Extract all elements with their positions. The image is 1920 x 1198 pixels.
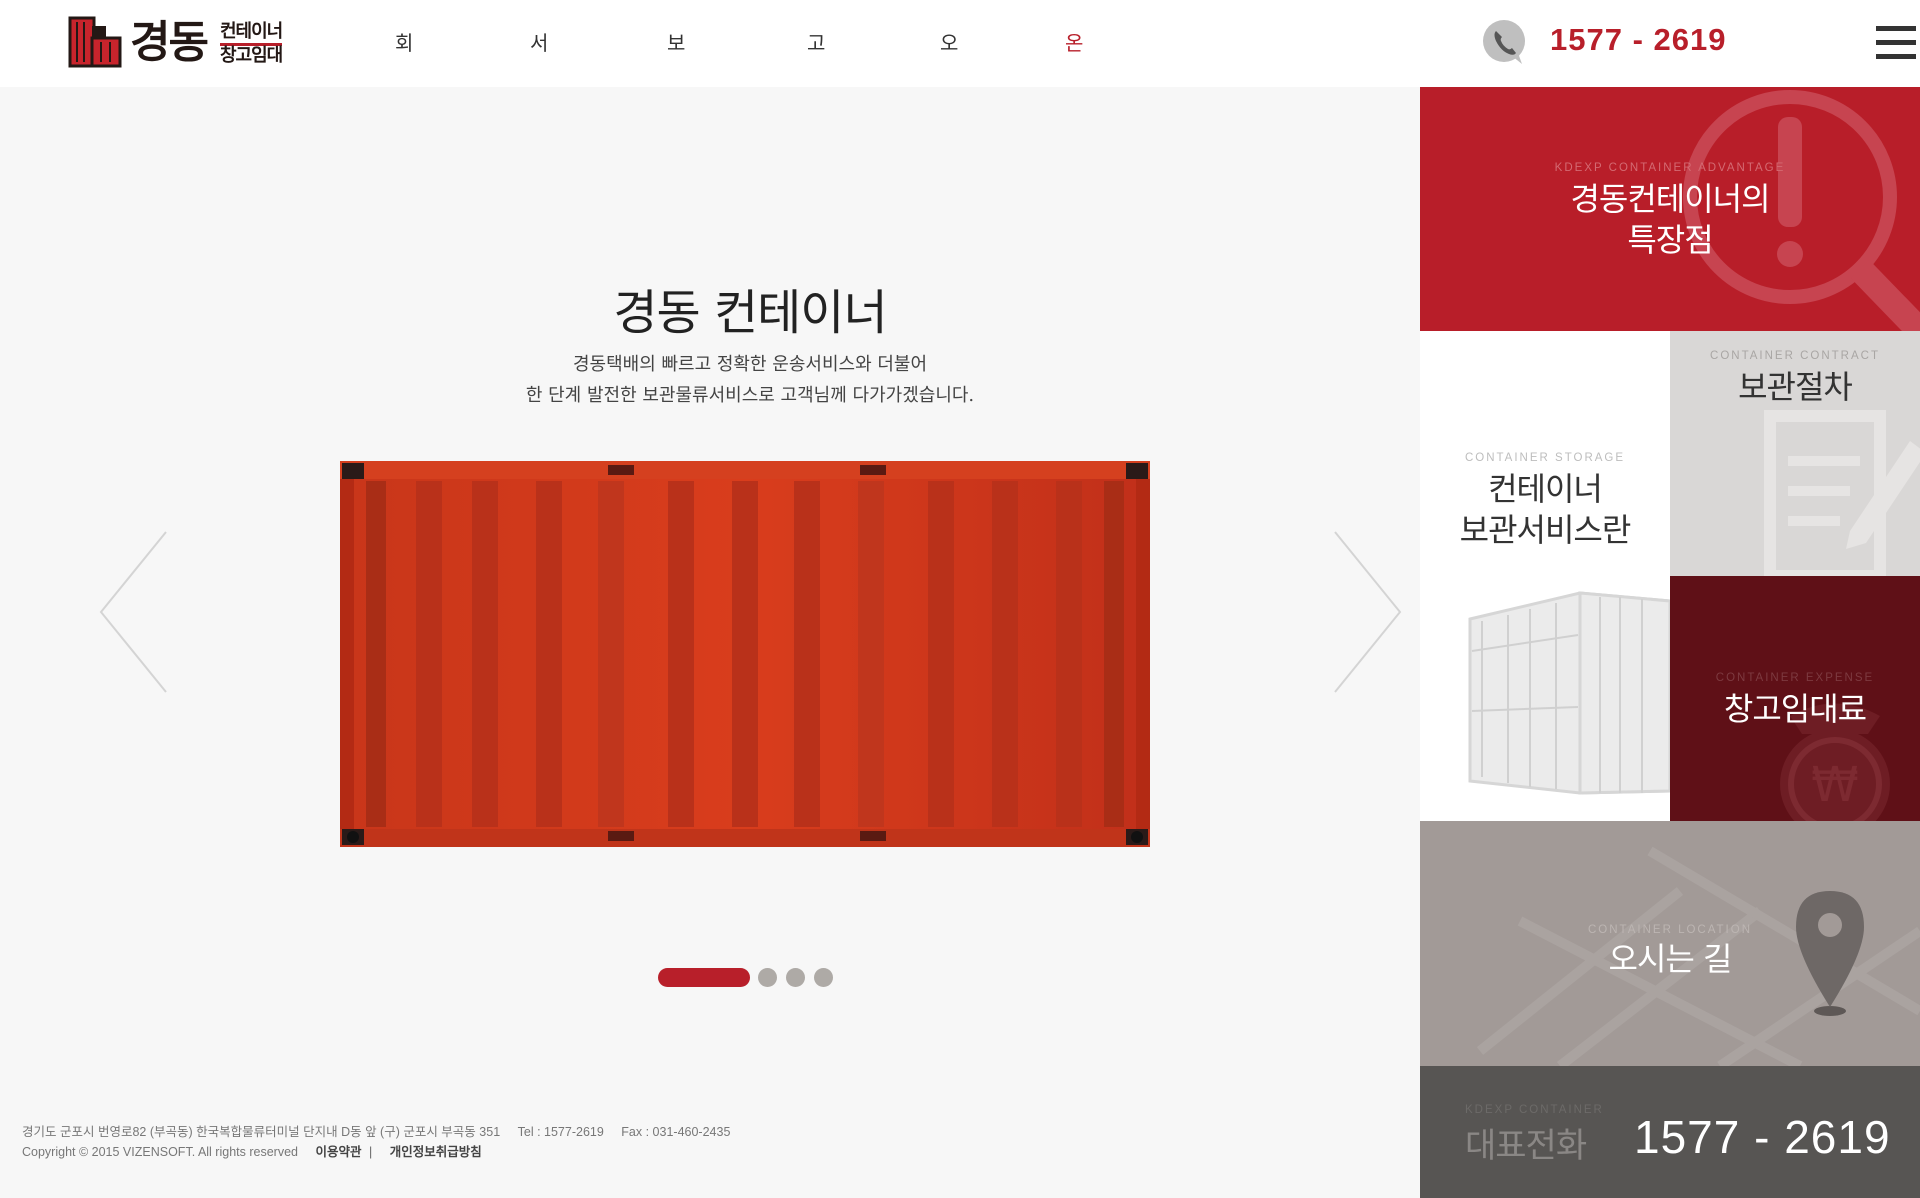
tile-storage[interactable]: CONTAINER STORAGE 컨테이너 보관서비스란 [1420,331,1670,821]
footer-copyright-row: Copyright © 2015 VIZENSOFT. All rights r… [22,1142,744,1162]
logo-wordmark: 경동 [130,17,209,68]
logo-subtitle: 컨테이너 창고임대 [220,22,283,66]
tile-contract-title: 보관절차 [1670,367,1920,408]
site-footer: 경기도 군포시 번영로82 (부곡동) 한국복합물류터미널 단지내 D동 앞 (… [22,1122,744,1162]
tile-call-number[interactable]: 1577 - 2619 [1634,1110,1891,1164]
hamburger-menu-icon[interactable] [1876,26,1916,62]
tile-call-title: 대표전화 [1465,1126,1587,1166]
footer-contact-row: 경기도 군포시 번영로82 (부곡동) 한국복합물류터미널 단지내 D동 앞 (… [22,1122,744,1142]
slide-description: 경동택배의 빠르고 정확한 운송서비스와 더불어 한 단계 발전한 보관물류서비… [0,349,1500,411]
container-stack-logo-icon [68,16,122,68]
slide-description-line1: 경동택배의 빠르고 정확한 운송서비스와 더불어 [572,354,928,375]
tile-advantage-title-line1: 경동컨테이너의 [1570,180,1770,218]
tile-storage-title-line2: 보관서비스란 [1459,511,1632,549]
nav-item-directions[interactable]: 오시는길 [940,0,958,313]
svg-text:₩: ₩ [1811,757,1858,813]
nav-item-online-consult[interactable]: 온라인상담 [1065,0,1083,399]
tile-expense-en: CONTAINER EXPENSE [1715,672,1875,684]
slide-dot-3[interactable] [786,967,805,987]
tile-advantage-title-line2: 특장점 [1627,221,1713,259]
footer-terms-link[interactable]: 이용약관 [315,1145,361,1159]
site-logo[interactable]: 경동 컨테이너 창고임대 [68,16,298,70]
footer-tel: Tel : 1577-2619 [517,1125,604,1139]
tile-location[interactable]: CONTAINER LOCATION 오시는 길 [1420,821,1920,1066]
hero-slider: 경동 컨테이너 경동택배의 빠르고 정확한 운송서비스와 더불어 한 단계 발전… [0,87,1420,1198]
tile-location-title-line1: 오시는 길 [1608,940,1733,978]
tile-expense[interactable]: ₩ CONTAINER EXPENSE 창고임대료 [1670,576,1920,821]
nav-item-pricing[interactable]: 보관료안내 [667,0,685,399]
tile-advantage-en: KDEXP CONTAINER ADVANTAGE [1554,162,1786,174]
footer-copyright: Copyright © 2015 VIZENSOFT. All rights r… [22,1145,298,1159]
footer-separator: | [368,1145,373,1159]
tile-advantage[interactable]: KDEXP CONTAINER ADVANTAGE 경동컨테이너의 특장점 [1420,87,1920,331]
header-phone-number[interactable]: 1577 - 2619 [1550,22,1726,58]
slide-title: 경동 컨테이너 [613,285,887,341]
slide-description-line2: 한 단계 발전한 보관물류서비스로 고객님께 다가가겠습니다. [525,385,975,406]
tile-call-en: KDEXP CONTAINER [1465,1104,1604,1116]
site-header: 경동 컨테이너 창고임대 회사소개 서비스소개 보관료안내 고객센터 오시는길 … [0,0,1920,399]
tile-location-en: CONTAINER LOCATION [1588,924,1752,936]
tile-advantage-title: 경동컨테이너의 특장점 [1420,179,1920,261]
shipping-container-image [340,461,1150,847]
nav-item-company[interactable]: 회사소개 [395,0,413,313]
logo-subtitle-line2: 창고임대 [220,45,283,66]
tile-contract[interactable]: CONTAINER CONTRACT 보관절차 [1670,331,1920,576]
phone-icon [1483,20,1525,64]
tile-storage-en: CONTAINER STORAGE [1464,452,1626,464]
tile-location-title: 오시는 길 [1420,939,1920,980]
container-corrugations [366,481,1124,827]
container-outline-icon [1468,591,1670,795]
slide-dot-1[interactable] [658,967,750,987]
slide-dot-2[interactable] [758,967,777,987]
footer-address: 경기도 군포시 번영로82 (부곡동) 한국복합물류터미널 단지내 D동 앞 (… [22,1125,501,1139]
tile-expense-title-line1: 창고임대료 [1723,690,1867,728]
slide-dot-4[interactable] [814,967,833,987]
footer-fax: Fax : 031-460-2435 [621,1125,731,1139]
tile-contract-en: CONTAINER CONTRACT [1710,350,1880,362]
next-slide-arrow-icon[interactable] [1325,527,1405,697]
footer-privacy-link[interactable]: 개인정보취급방침 [390,1145,482,1159]
slide-pagination [658,967,842,987]
prev-slide-arrow-icon[interactable] [96,527,176,697]
tile-call[interactable]: KDEXP CONTAINER 대표전화 1577 - 2619 [1420,1066,1920,1198]
nav-item-support[interactable]: 고객센터 [807,0,825,313]
logo-subtitle-line1: 컨테이너 [220,22,283,46]
tile-contract-title-line1: 보관절차 [1738,368,1853,406]
tile-storage-title-line1: 컨테이너 [1488,470,1603,508]
tile-storage-title: 컨테이너 보관서비스란 [1420,469,1670,551]
tile-expense-title: 창고임대료 [1670,689,1920,730]
nav-item-services[interactable]: 서비스소개 [530,0,548,399]
